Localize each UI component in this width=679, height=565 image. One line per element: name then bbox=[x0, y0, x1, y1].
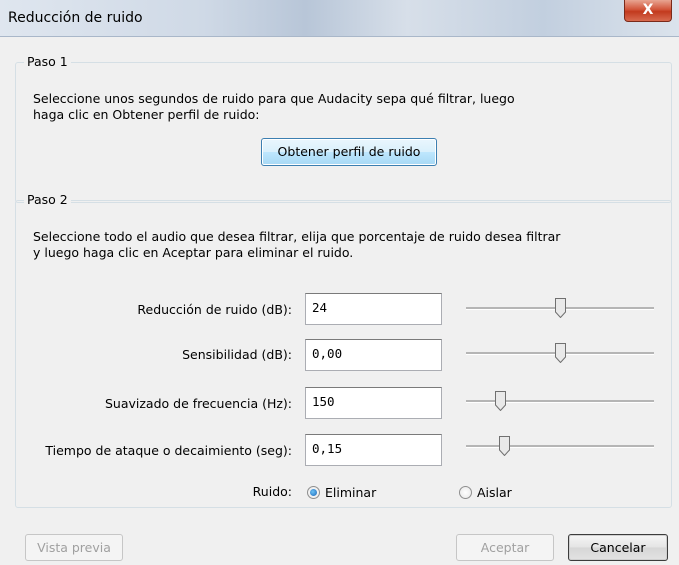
noise-remove-radio[interactable] bbox=[307, 486, 320, 499]
cancel-button[interactable]: Cancelar bbox=[568, 534, 668, 561]
attack-decay-input[interactable]: 0,15 bbox=[305, 434, 442, 466]
step1-label: Paso 1 bbox=[24, 54, 71, 69]
sensitivity-input[interactable]: 0,00 bbox=[305, 339, 442, 371]
slider-thumb[interactable] bbox=[555, 298, 566, 318]
slider-track bbox=[466, 445, 654, 448]
noise-reduction-slider[interactable] bbox=[466, 298, 654, 320]
step2-description-line1: Seleccione todo el audio que desea filtr… bbox=[33, 229, 561, 244]
frequency-smoothing-input[interactable]: 150 bbox=[305, 387, 442, 419]
window-title: Reducción de ruido bbox=[8, 10, 143, 26]
sensitivity-label: Sensibilidad (dB): bbox=[182, 347, 292, 362]
attack-decay-slider[interactable] bbox=[466, 436, 654, 458]
step1-description-line2: haga clic en Obtener perfil de ruido: bbox=[33, 107, 260, 122]
noise-remove-label[interactable]: Eliminar bbox=[325, 484, 376, 501]
close-button[interactable]: X bbox=[624, 0, 672, 22]
get-noise-profile-button[interactable]: Obtener perfil de ruido bbox=[261, 138, 437, 166]
slider-thumb[interactable] bbox=[555, 343, 566, 363]
slider-thumb[interactable] bbox=[498, 436, 510, 456]
noise-isolate-radio[interactable] bbox=[459, 486, 472, 499]
title-bar[interactable]: Reducción de ruido X bbox=[0, 0, 679, 37]
noise-reduction-input[interactable]: 24 bbox=[305, 293, 442, 325]
step2-label: Paso 2 bbox=[24, 192, 71, 207]
noise-mode-label: Ruido: bbox=[252, 484, 292, 499]
noise-reduction-label: Reducción de ruido (dB): bbox=[137, 302, 292, 317]
step2-description-line2: y luego haga clic en Aceptar para elimin… bbox=[33, 245, 354, 260]
step1-group: Paso 1 bbox=[15, 54, 672, 203]
frequency-smoothing-slider[interactable] bbox=[466, 391, 654, 413]
close-icon: X bbox=[642, 2, 654, 18]
slider-thumb[interactable] bbox=[494, 391, 506, 411]
frequency-smoothing-label: Suavizado de frecuencia (Hz): bbox=[104, 396, 292, 411]
attack-decay-label: Tiempo de ataque o decaimiento (seg): bbox=[45, 443, 292, 458]
preview-button[interactable]: Vista previa bbox=[25, 534, 123, 561]
sensitivity-slider[interactable] bbox=[466, 343, 654, 365]
dialog-body: Paso 1 Seleccione unos segundos de ruido… bbox=[0, 37, 679, 565]
step1-description-line1: Seleccione unos segundos de ruido para q… bbox=[33, 91, 515, 106]
ok-button[interactable]: Aceptar bbox=[456, 534, 554, 561]
noise-isolate-label[interactable]: Aislar bbox=[477, 484, 512, 501]
